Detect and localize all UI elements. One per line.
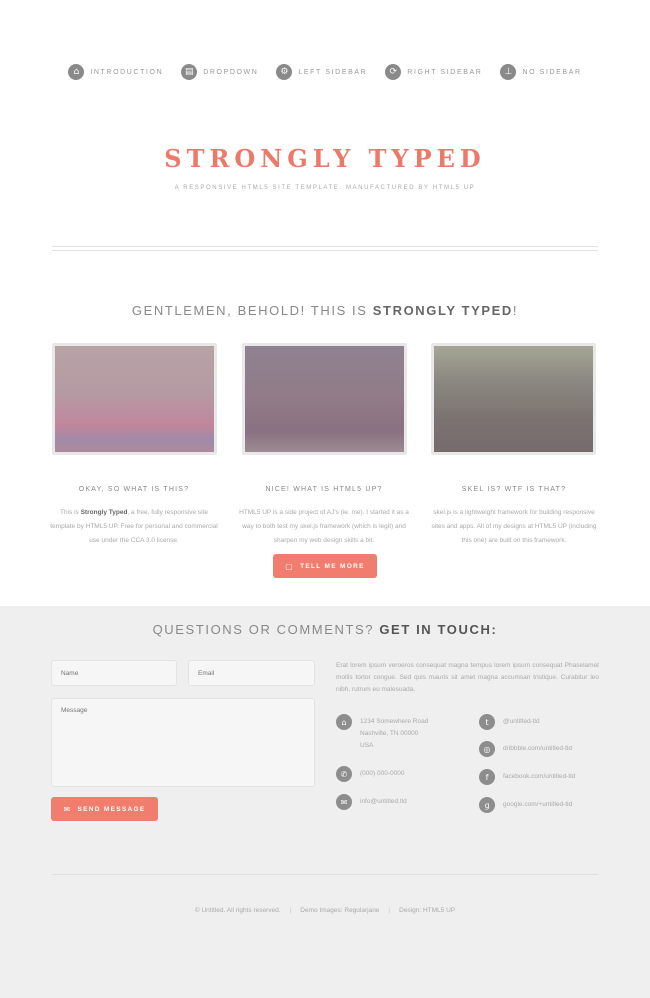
google-plus-link[interactable]: g google.com/+untitled-tld xyxy=(479,797,572,813)
message-field[interactable] xyxy=(51,698,315,787)
divider xyxy=(52,246,598,247)
contact-title: QUESTIONS OR COMMENTS? GET IN TOUCH: xyxy=(152,622,498,637)
twitter-icon: t xyxy=(479,714,495,730)
copyright: © Untitled. All rights reserved. | Demo … xyxy=(194,907,456,914)
twitter-link[interactable]: t @untitled-tld xyxy=(479,714,540,730)
nav-label: NO SIDEBAR xyxy=(522,68,582,76)
chart-icon: ▤ xyxy=(181,64,198,80)
feature-image[interactable] xyxy=(52,343,217,455)
nav-label: DROPDOWN xyxy=(203,68,259,76)
site-logo[interactable]: STRONGLY TYPED xyxy=(0,144,650,173)
feature-image[interactable] xyxy=(242,343,407,455)
tell-me-more-button[interactable]: ▢ TELL ME MORE xyxy=(273,554,377,578)
nav-item-no-sidebar[interactable]: ⊥ NO SIDEBAR xyxy=(500,64,581,80)
phone-item: ✆ (000) 000-0000 xyxy=(336,766,404,782)
feature-title: NICE! WHAT IS HTML5 UP? xyxy=(265,486,383,493)
demo-images-link[interactable]: Demo Images: Regularjane xyxy=(300,907,379,914)
email-item[interactable]: ✉ info@untitled.tld xyxy=(336,794,407,810)
nav-label: INTRODUCTION xyxy=(90,68,164,76)
divider xyxy=(52,874,598,875)
address-item: ⌂ 1234 Somewhere Road Nashville, TN 0000… xyxy=(336,714,428,752)
divider xyxy=(52,250,598,251)
top-nav: ⌂ INTRODUCTION ▤ DROPDOWN ⚙ LEFT SIDEBAR… xyxy=(0,64,650,80)
phone-icon: ✆ xyxy=(336,766,352,782)
nav-item-introduction[interactable]: ⌂ INTRODUCTION xyxy=(68,64,163,80)
feature-image[interactable] xyxy=(431,343,596,455)
facebook-icon: f xyxy=(479,769,495,785)
contact-blurb: Erat lorem ipsum veroeros consequat magn… xyxy=(336,662,599,693)
home-icon: ⌂ xyxy=(336,714,352,730)
banner-headline: GENTLEMEN, BEHOLD! THIS IS STRONGLY TYPE… xyxy=(131,303,519,318)
feature-text: skel.js is a lightweight framework for b… xyxy=(431,509,597,544)
nav-item-left-sidebar[interactable]: ⚙ LEFT SIDEBAR xyxy=(276,64,367,80)
gear-icon: ⚙ xyxy=(276,64,293,80)
envelope-icon: ✉ xyxy=(63,804,72,814)
nav-label: LEFT SIDEBAR xyxy=(298,68,368,76)
feature-title: SKEL IS? WTF IS THAT? xyxy=(461,486,567,493)
dribbble-icon: ◎ xyxy=(479,741,495,757)
nav-label: RIGHT SIDEBAR xyxy=(407,68,483,76)
name-field[interactable] xyxy=(51,660,177,686)
nav-item-dropdown[interactable]: ▤ DROPDOWN xyxy=(181,64,258,80)
document-icon: ▢ xyxy=(285,561,295,571)
email-field[interactable] xyxy=(188,660,315,686)
facebook-link[interactable]: f facebook.com/untitled-tld xyxy=(479,769,575,785)
site-tagline: A RESPONSIVE HTML5 SITE TEMPLATE. MANUFA… xyxy=(174,185,476,191)
nav-item-right-sidebar[interactable]: ⟳ RIGHT SIDEBAR xyxy=(385,64,482,80)
dribbble-link[interactable]: ◎ dribbble.com/untitled-tld xyxy=(479,741,572,757)
retweet-icon: ⟳ xyxy=(385,64,402,80)
home-icon: ⌂ xyxy=(68,64,85,80)
design-credit-link[interactable]: Design: HTML5 UP xyxy=(399,907,455,914)
envelope-icon: ✉ xyxy=(336,794,352,810)
feature-text: This is Strongly Typed, a free, fully re… xyxy=(50,509,218,544)
send-message-button[interactable]: ✉ SEND MESSAGE xyxy=(51,797,158,821)
google-plus-icon: g xyxy=(479,797,495,813)
footer: QUESTIONS OR COMMENTS? GET IN TOUCH: ✉ S… xyxy=(0,606,650,998)
feature-title: OKAY, SO WHAT IS THIS? xyxy=(78,486,190,493)
feature-text: HTML5 UP is a side project of AJ's (ie. … xyxy=(239,509,409,544)
sitemap-icon: ⊥ xyxy=(500,64,517,80)
